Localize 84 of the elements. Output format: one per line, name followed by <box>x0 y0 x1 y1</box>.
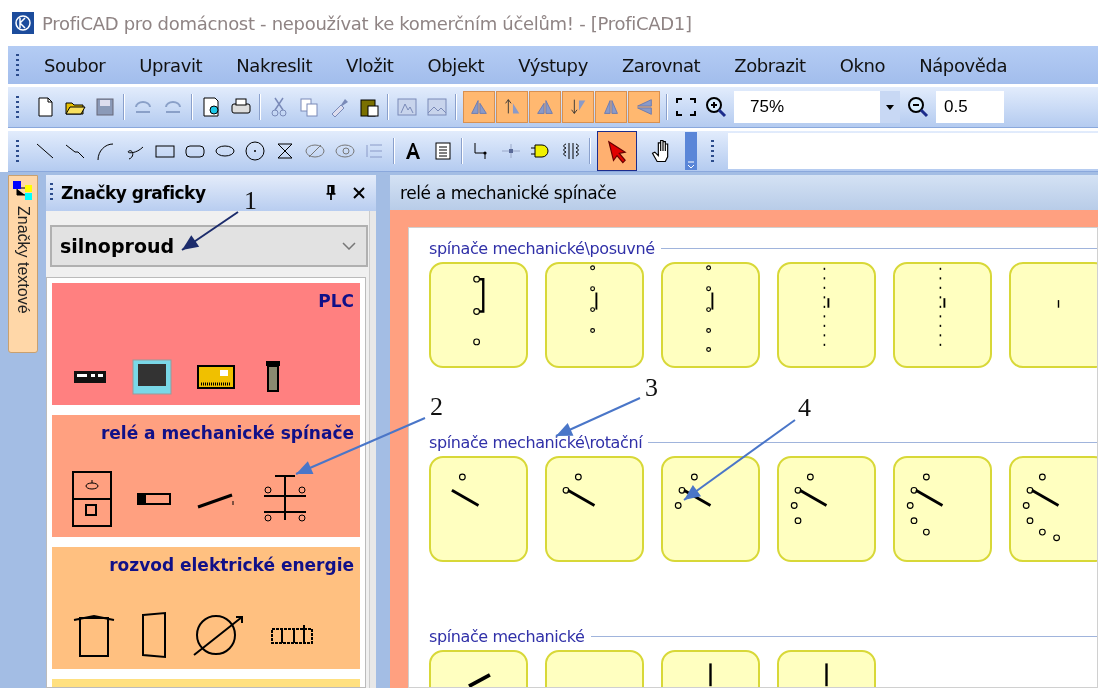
side-tab[interactable]: Značky textové <box>8 175 38 353</box>
menu-item[interactable]: Nápověda <box>902 54 1025 76</box>
symbol-tile[interactable] <box>777 262 876 368</box>
section-title: spínače mechanické\posuvné <box>429 238 655 258</box>
group-title: PLC <box>318 291 354 311</box>
zoom-out-icon[interactable] <box>906 95 930 119</box>
menu-item[interactable]: Nakreslit <box>219 54 330 76</box>
menu-item[interactable]: Upravit <box>122 54 220 76</box>
rotary-switch-symbol <box>451 473 480 507</box>
symbol-group[interactable]: PLC <box>52 283 360 405</box>
symbol-tile[interactable] <box>893 262 992 368</box>
fuse-icon <box>136 491 172 507</box>
symbol-tile[interactable] <box>545 456 644 562</box>
zoom-in-icon[interactable] <box>704 95 728 119</box>
menu-item[interactable]: Vložit <box>329 54 411 76</box>
contact-post-symbol <box>709 663 712 687</box>
mirror-vertical-icon[interactable] <box>628 91 660 123</box>
touch-panel-icon <box>132 359 172 395</box>
symbol-tile[interactable] <box>661 262 760 368</box>
circuit-board-icon <box>196 362 236 392</box>
flip-up-icon[interactable] <box>496 91 528 123</box>
callout-number: 3 <box>645 375 658 401</box>
group-title: relé a mechanické spínače <box>100 423 354 443</box>
document-title: relé a mechanické spínače <box>400 182 617 203</box>
slide-switch-symbol <box>1057 299 1060 309</box>
meter-icon <box>192 613 246 657</box>
menu-item[interactable]: Výstupy <box>501 54 605 76</box>
rotary-switch-symbol <box>562 473 596 507</box>
symbol-tile[interactable] <box>1009 456 1097 562</box>
window-title: ProfiCAD pro domácnost - nepoužívat ke komerčním účelům! - [ProfiCAD1] <box>42 12 692 34</box>
save-icon[interactable] <box>93 95 117 119</box>
pointer-icon[interactable] <box>597 131 637 171</box>
section-title: spínače mechanické\rotační <box>429 432 643 452</box>
slide-switch-symbol <box>590 265 598 333</box>
mirror-horizontal-icon[interactable] <box>595 91 627 123</box>
relay-coil-icon <box>72 471 112 527</box>
app-logo-icon <box>12 12 34 34</box>
menu-item[interactable]: Zobrazit <box>717 54 823 76</box>
symbol-tile[interactable] <box>429 456 528 562</box>
slide-switch-symbol <box>473 275 485 346</box>
tree-icon <box>12 180 34 202</box>
picture-edit-icon[interactable] <box>395 95 419 119</box>
menu-item[interactable]: Okno <box>822 54 903 76</box>
flip-down-icon[interactable] <box>562 91 594 123</box>
menu-item[interactable]: Objekt <box>410 54 502 76</box>
symbol-group[interactable]: rozvod elektrické energie <box>52 547 360 669</box>
zoom-combo[interactable]: 75% <box>734 91 900 123</box>
menu-item[interactable]: Soubor <box>27 54 123 76</box>
symbol-tile[interactable] <box>1009 262 1097 368</box>
chevron-down-icon <box>342 242 356 250</box>
callout-number: 1 <box>244 188 257 214</box>
switchboard-icon <box>72 612 116 658</box>
image-icon[interactable] <box>425 95 449 119</box>
close-icon[interactable] <box>352 185 366 201</box>
rotary-switch-symbol <box>1022 473 1060 542</box>
circle-icon[interactable] <box>243 139 267 163</box>
cabinet-icon <box>140 611 168 659</box>
scale-field[interactable]: 0.5 <box>936 91 1004 123</box>
symbol-tile[interactable] <box>429 262 528 368</box>
dropdown-arrow-icon <box>886 104 894 110</box>
menu-item[interactable]: Zarovnat <box>604 54 718 76</box>
symbol-tile[interactable] <box>661 456 760 562</box>
terminal-block-icon <box>270 623 314 647</box>
rotate-right-icon[interactable] <box>529 91 561 123</box>
contact-post-symbol <box>825 663 828 687</box>
rotary-switch-symbol <box>674 473 712 509</box>
panel-title: Značky graficky <box>61 183 206 203</box>
section-title: spínače mechanické <box>429 626 585 646</box>
category-select[interactable]: silnoproud <box>50 225 368 267</box>
rotary-switch-symbol <box>906 473 944 536</box>
copy-icon[interactable] <box>297 95 321 119</box>
symbol-tile[interactable] <box>777 456 876 562</box>
fit-page-icon[interactable] <box>674 95 698 119</box>
callout-arrow <box>181 211 239 251</box>
lever-switch-symbol <box>468 673 491 687</box>
rotary-switch-symbol <box>790 473 828 525</box>
rotate-left-icon[interactable] <box>463 91 495 123</box>
group-title: rozvod elektrické energie <box>109 555 354 575</box>
symbol-tile[interactable] <box>545 262 644 368</box>
symbol-tile[interactable] <box>893 456 992 562</box>
pin-icon[interactable] <box>324 185 338 201</box>
callout-number: 4 <box>798 395 811 421</box>
callout-number: 2 <box>430 394 443 420</box>
symbol-group[interactable]: relé a mechanické spínače <box>52 415 360 537</box>
